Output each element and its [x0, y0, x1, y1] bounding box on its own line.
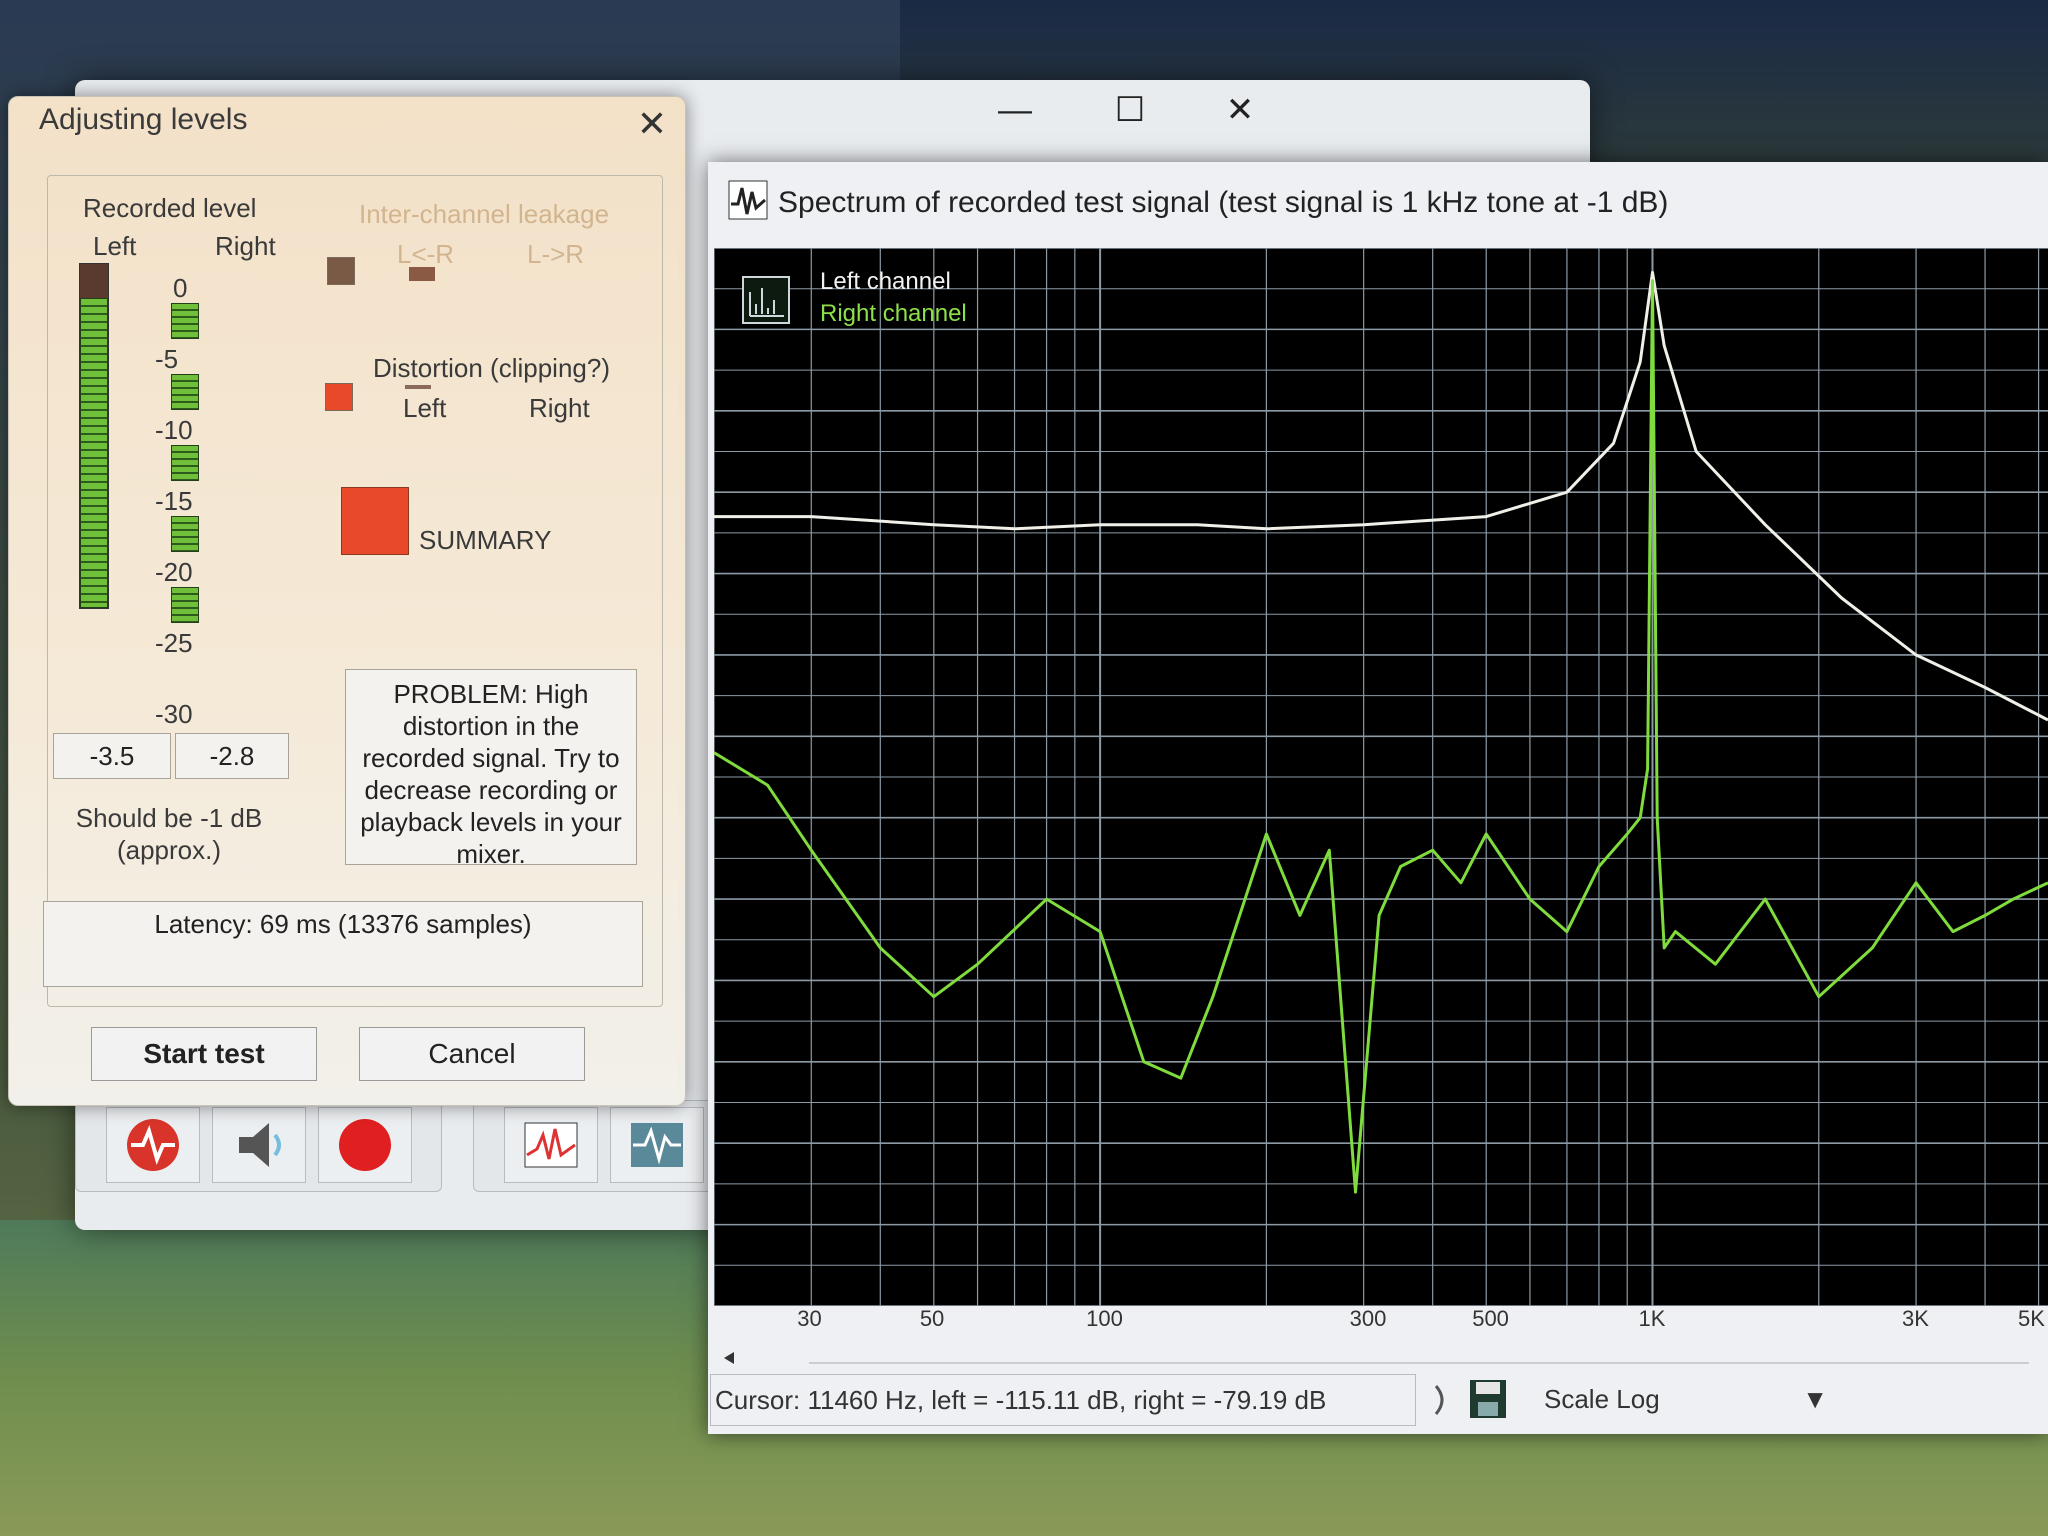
- x-tick-label: 1K: [1638, 1306, 1666, 1331]
- x-tick-label: 300: [1349, 1306, 1387, 1331]
- x-tick-label: 30: [797, 1306, 822, 1331]
- scroll-left-icon[interactable]: [714, 1348, 744, 1368]
- latency-display: Latency: 69 ms (13376 samples): [43, 901, 643, 987]
- x-tick-label: 50: [919, 1306, 945, 1331]
- dropdown-icon[interactable]: ▼: [1802, 1374, 1828, 1424]
- left-level-value: -3.5: [53, 733, 171, 779]
- distortion-label: Distortion (clipping?): [373, 353, 610, 383]
- waveform-icon: [631, 1123, 683, 1167]
- leakage-label: Inter-channel leakage: [359, 199, 610, 229]
- record-level-icon: [127, 1119, 179, 1171]
- toolbar-group-record: [75, 1100, 442, 1192]
- start-test-button[interactable]: Start test: [91, 1027, 317, 1081]
- summary-label: SUMMARY: [419, 525, 552, 555]
- leakage-lr-label: L<-R: [397, 239, 455, 269]
- right-level-segment: [171, 374, 199, 410]
- x-tick-label: 5K: [2018, 1306, 2045, 1331]
- cursor-readout: Cursor: 11460 Hz, left = -115.11 dB, rig…: [710, 1374, 1416, 1426]
- distortion-right-label: Right: [529, 393, 590, 423]
- speaker-icon: [239, 1123, 281, 1167]
- left-level-meter: [79, 263, 109, 609]
- distortion-left-indicator: [405, 385, 431, 389]
- scale-selector[interactable]: Scale Log ▼: [1544, 1374, 1834, 1424]
- right-level-segment: [171, 516, 199, 552]
- cancel-button[interactable]: Cancel: [359, 1027, 585, 1081]
- right-level-segment: [171, 303, 199, 339]
- left-channel-line: [714, 270, 2048, 722]
- save-icon[interactable]: [1468, 1378, 1508, 1420]
- record-level-button[interactable]: [106, 1107, 200, 1183]
- leakage-lr-indicator: [409, 267, 435, 281]
- minimize-icon[interactable]: —: [990, 88, 1040, 132]
- should-be-label: Should be -1 dB: [75, 803, 263, 833]
- zoom-icon[interactable]: [1432, 1382, 1452, 1418]
- summary-indicator: [341, 487, 409, 555]
- legend-right-channel: Right channel: [820, 300, 967, 327]
- scale-tick-label: -10: [155, 415, 193, 445]
- right-level-segment: [171, 587, 199, 623]
- distortion-left-label: Left: [403, 393, 447, 423]
- legend-left-channel: Left channel: [820, 268, 951, 295]
- main-toolbar: [75, 1100, 715, 1210]
- scale-tick-label: -30: [155, 699, 193, 729]
- record-button[interactable]: [318, 1107, 412, 1183]
- dialog-title: Adjusting levels: [39, 103, 248, 136]
- scale-tick-label: -20: [155, 557, 193, 587]
- should-be-approx-label: (approx.): [116, 835, 222, 865]
- legend-icon: [742, 276, 790, 324]
- distortion-led: [325, 383, 353, 411]
- scroll-track[interactable]: [809, 1362, 2029, 1364]
- horizontal-scrollbar[interactable]: [714, 1348, 2048, 1368]
- scale-label: Scale: [1544, 1384, 1610, 1414]
- scale-tick-label: -15: [155, 486, 193, 516]
- waveform-button[interactable]: [610, 1107, 704, 1183]
- right-level-value: -2.8: [175, 733, 289, 779]
- spectrum-window: Spectrum of recorded test signal (test s…: [708, 162, 2048, 1434]
- close-icon[interactable]: ✕: [1215, 88, 1265, 132]
- left-level-fill: [80, 298, 108, 608]
- right-meter-label: Right: [215, 231, 276, 261]
- left-meter-label: Left: [93, 231, 137, 261]
- scale-value: Log: [1616, 1384, 1660, 1414]
- problem-message: PROBLEM: High distortion in the recorded…: [345, 669, 637, 869]
- dialog-close-icon[interactable]: ✕: [637, 103, 667, 145]
- x-tick-label: 3K: [1902, 1306, 1929, 1331]
- right-level-segment: [171, 445, 199, 481]
- spectrum-icon: [524, 1122, 578, 1168]
- spectrum-chart: [713, 247, 2048, 1307]
- spectrum-plot[interactable]: Left channel Right channel: [713, 247, 2048, 1307]
- maximize-icon[interactable]: ☐: [1105, 88, 1155, 132]
- adjusting-levels-dialog: Adjusting levels ✕ Recorded level Left R…: [8, 96, 686, 1106]
- scale-tick-label: 0: [173, 273, 188, 303]
- scale-tick-label: -25: [155, 628, 193, 658]
- toolbar-group-analyze: [473, 1100, 715, 1192]
- record-icon: [339, 1119, 391, 1171]
- spectrum-title: Spectrum of recorded test signal (test s…: [778, 186, 1669, 219]
- leakage-rl-label: L->R: [527, 239, 585, 269]
- x-tick-label: 100: [1086, 1306, 1123, 1331]
- levels-panel: [47, 175, 663, 1007]
- leakage-led: [327, 257, 355, 285]
- x-tick-label: 500: [1472, 1306, 1509, 1331]
- status-bar: Cursor: 11460 Hz, left = -115.11 dB, rig…: [708, 1374, 2048, 1432]
- playback-button[interactable]: [212, 1107, 306, 1183]
- spectrum-button[interactable]: [504, 1107, 598, 1183]
- recorded-level-label: Recorded level: [83, 193, 257, 223]
- main-titlebar: — ☐ ✕: [790, 80, 1590, 140]
- spectrum-window-icon: [728, 180, 768, 220]
- scale-tick-label: -5: [155, 344, 179, 374]
